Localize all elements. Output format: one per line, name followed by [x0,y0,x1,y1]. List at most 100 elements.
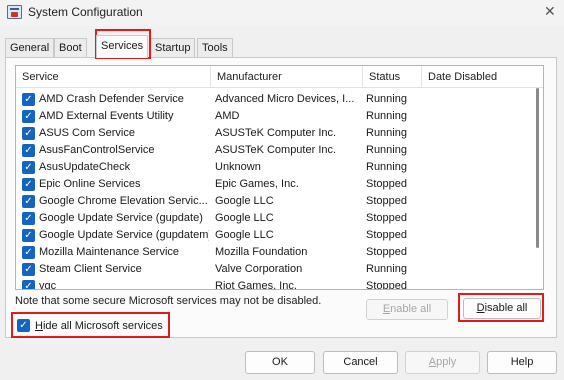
service-status: Running [366,110,407,122]
service-manufacturer: ASUSTeK Computer Inc. [215,144,337,156]
table-row[interactable]: ✓ AsusUpdateCheck Unknown Running [16,159,532,176]
disable-all-mnemonic: D [476,302,485,314]
table-row[interactable]: ✓ vgc Riot Games, Inc. Stopped [16,278,532,290]
service-status: Running [366,93,407,105]
table-row[interactable]: ✓ Google Chrome Elevation Servic... Google… [16,193,532,210]
service-date-disabled [425,91,525,108]
close-icon[interactable]: ✕ [544,3,556,19]
hide-ms-mnemonic: H [35,320,43,332]
disable-all-button[interactable]: Disable all [463,298,541,319]
title-bar: System Configuration ✕ [0,0,564,26]
service-name: Google Update Service (gupdatem) [39,229,209,241]
table-row[interactable]: ✓ AMD Crash Defender Service Advanced Micr… [16,91,532,108]
help-button[interactable]: Help [487,351,557,374]
service-date-disabled [425,142,525,159]
service-name: Mozilla Maintenance Service [39,246,180,258]
service-date-disabled [425,210,525,227]
tab-services[interactable]: Services [96,35,149,58]
service-name: AsusUpdateCheck [39,161,131,173]
service-date-disabled [425,108,525,125]
service-manufacturer: Advanced Micro Devices, I... [215,93,355,105]
services-list[interactable]: Service Manufacturer Status Date Disable… [15,65,544,290]
ok-button[interactable]: OK [245,351,315,374]
service-date-disabled [425,193,525,210]
hide-microsoft-services-checkbox[interactable]: ✓ [17,319,30,332]
service-date-disabled [425,176,525,193]
apply-mnemonic: A [428,356,437,368]
column-header-status[interactable]: Status [363,66,422,88]
service-status: Running [366,127,407,139]
list-header: Service Manufacturer Status Date Disable… [16,66,543,88]
service-checkbox[interactable]: ✓ [22,229,35,242]
service-manufacturer: Valve Corporation [215,263,303,275]
tab-general[interactable]: General [5,38,55,57]
service-manufacturer: Mozilla Foundation [215,246,308,258]
service-manufacturer: ASUSTeK Computer Inc. [215,127,337,139]
table-row[interactable]: ✓ Epic Online Services Epic Games, Inc. Sto… [16,176,532,193]
service-status: Stopped [366,280,407,290]
service-name: AMD External Events Utility [39,110,174,122]
service-status: Stopped [366,195,407,207]
table-row[interactable]: ✓ AMD External Events Utility AMD Running [16,108,532,125]
service-checkbox[interactable]: ✓ [22,127,35,140]
service-status: Running [366,263,407,275]
service-date-disabled [425,278,525,289]
service-name: vgc [39,280,57,290]
service-checkbox[interactable]: ✓ [22,178,35,191]
service-manufacturer: Riot Games, Inc. [215,280,297,290]
service-manufacturer: Unknown [215,161,261,173]
table-row[interactable]: ✓ Google Update Service (gupdatem) Google … [16,227,532,244]
service-manufacturer: Google LLC [215,195,274,207]
service-checkbox[interactable]: ✓ [22,144,35,157]
service-status: Stopped [366,229,407,241]
service-status: Stopped [366,212,407,224]
column-header-date-disabled[interactable]: Date Disabled [422,66,532,88]
table-row[interactable]: ✓ Mozilla Maintenance Service Mozilla Foun… [16,244,532,261]
table-row[interactable]: ✓ AsusFanControlService ASUSTeK Computer I… [16,142,532,159]
service-manufacturer: Google LLC [215,212,274,224]
cancel-button[interactable]: Cancel [323,351,398,374]
tab-startup[interactable]: Startup [150,38,196,57]
disable-all-label: isable all [484,302,528,314]
service-checkbox[interactable]: ✓ [22,246,35,259]
service-manufacturer: AMD [215,110,240,122]
service-date-disabled [425,227,525,244]
hide-microsoft-services-label: Hide all Microsoft services [35,318,163,334]
service-name: Google Chrome Elevation Servic... [39,195,208,207]
service-checkbox[interactable]: ✓ [22,195,35,208]
service-checkbox[interactable]: ✓ [22,212,35,225]
service-status: Stopped [366,178,407,190]
service-checkbox[interactable]: ✓ [22,280,35,289]
service-checkbox[interactable]: ✓ [22,263,35,276]
service-name: AMD Crash Defender Service [39,93,184,105]
service-status: Stopped [366,246,407,258]
column-header-service[interactable]: Service [16,66,211,88]
service-date-disabled [425,159,525,176]
enable-all-button[interactable]: Enable all [366,299,448,320]
service-checkbox[interactable]: ✓ [22,110,35,123]
table-row[interactable]: ✓ Steam Client Service Valve Corporation Ru… [16,261,532,278]
window-title: System Configuration [28,5,143,19]
service-date-disabled [425,244,525,261]
service-name: Google Update Service (gupdate) [39,212,203,224]
service-status: Running [366,144,407,156]
table-row[interactable]: ✓ ASUS Com Service ASUSTeK Computer Inc. Ru… [16,125,532,142]
table-row[interactable]: ✓ Google Update Service (gupdate) Google L… [16,210,532,227]
tab-tools[interactable]: Tools [197,38,233,57]
service-date-disabled [425,261,525,278]
list-scrollbar[interactable] [532,88,543,289]
column-header-manufacturer[interactable]: Manufacturer [211,66,363,88]
secure-services-note: Note that some secure Microsoft services… [15,295,322,307]
service-checkbox[interactable]: ✓ [22,93,35,106]
tab-boot[interactable]: Boot [54,38,87,57]
service-name: Epic Online Services [39,178,141,190]
hide-ms-label-rest: ide all Microsoft services [42,320,163,332]
apply-label: pply [436,356,457,368]
scrollbar-thumb[interactable] [536,88,539,248]
enable-all-label: nable all [390,303,432,315]
service-checkbox[interactable]: ✓ [22,161,35,174]
service-name: Steam Client Service [39,263,142,275]
service-name: ASUS Com Service [39,127,135,139]
apply-button[interactable]: Apply [405,351,480,374]
service-status: Running [366,161,407,173]
